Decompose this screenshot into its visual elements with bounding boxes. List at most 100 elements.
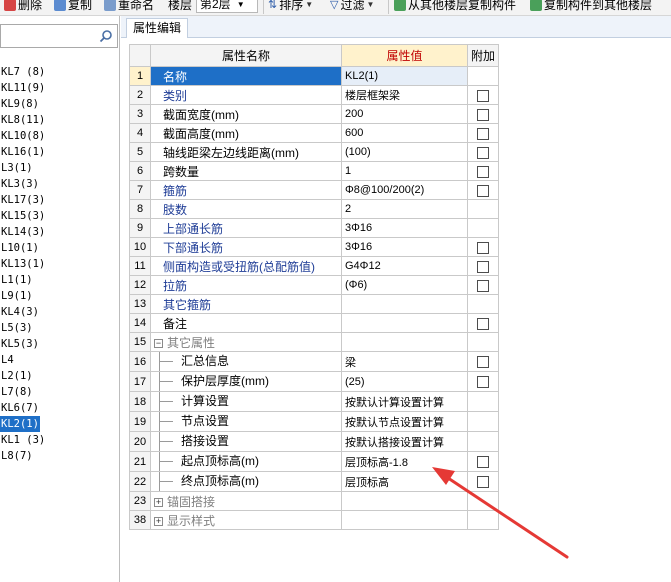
property-value-cell[interactable]: 层顶标高 bbox=[341, 471, 468, 492]
property-value-cell[interactable] bbox=[341, 313, 468, 333]
list-item[interactable]: KL4(3) bbox=[0, 304, 118, 320]
list-item[interactable]: KL15(3) bbox=[0, 208, 118, 224]
attach-checkbox[interactable] bbox=[477, 476, 489, 489]
header-extra[interactable]: 附加 bbox=[467, 44, 499, 67]
list-item[interactable]: KL3(3) bbox=[0, 176, 118, 192]
table-row[interactable]: 5 轴线距梁左边线距离(mm) (100) bbox=[129, 142, 499, 162]
table-row[interactable]: 15− 其它属性 bbox=[129, 332, 499, 352]
collapse-icon[interactable]: − bbox=[154, 338, 163, 348]
list-item[interactable]: KL6(7) bbox=[0, 400, 118, 416]
list-item[interactable]: KL5(3) bbox=[0, 336, 118, 352]
tab-property-edit[interactable]: 属性编辑 bbox=[126, 18, 189, 38]
property-value-cell[interactable]: 按默认搭接设置计算 bbox=[341, 431, 468, 452]
list-item[interactable]: L1(1) bbox=[0, 272, 118, 288]
table-row[interactable]: 4 截面高度(mm) 600 bbox=[129, 123, 499, 143]
expand-icon[interactable]: + bbox=[154, 497, 163, 507]
table-row[interactable]: 20 搭接设置 按默认搭接设置计算 bbox=[129, 431, 499, 452]
list-item[interactable]: KL2(1) bbox=[0, 416, 40, 432]
property-value-cell[interactable]: 200 bbox=[341, 104, 468, 124]
attach-checkbox[interactable] bbox=[477, 146, 489, 159]
copy-from-floor-button[interactable]: 从其他楼层复制构件 bbox=[394, 0, 516, 14]
attach-checkbox[interactable] bbox=[477, 356, 489, 369]
list-item[interactable]: KL1 (3) bbox=[0, 432, 118, 448]
rename-button[interactable]: 重命名 bbox=[104, 0, 154, 14]
table-row[interactable]: 13 其它箍筋 bbox=[129, 294, 499, 314]
property-value-cell[interactable]: 600 bbox=[341, 123, 468, 143]
property-value-cell[interactable] bbox=[341, 491, 468, 511]
list-item[interactable]: KL8(11) bbox=[0, 112, 118, 128]
attach-checkbox[interactable] bbox=[477, 165, 489, 178]
list-item[interactable]: KL10(8) bbox=[0, 128, 118, 144]
table-row[interactable]: 2 类别 楼层框架梁 bbox=[129, 85, 499, 105]
table-row[interactable]: 17 保护层厚度(mm) (25) bbox=[129, 371, 499, 392]
property-value-cell[interactable]: 1 bbox=[341, 161, 468, 181]
property-value-cell[interactable]: 梁 bbox=[341, 351, 468, 372]
header-property-value[interactable]: 属性值 bbox=[341, 44, 468, 67]
list-item[interactable]: L9(1) bbox=[0, 288, 118, 304]
property-value-cell[interactable] bbox=[341, 510, 468, 530]
table-row[interactable]: 3 截面宽度(mm) 200 bbox=[129, 104, 499, 124]
attach-checkbox[interactable] bbox=[477, 127, 489, 140]
list-item[interactable]: L10(1) bbox=[0, 240, 118, 256]
attach-checkbox[interactable] bbox=[477, 89, 489, 102]
table-row[interactable]: 22 终点顶标高(m) 层顶标高 bbox=[129, 471, 499, 492]
table-row[interactable]: 6 跨数量 1 bbox=[129, 161, 499, 181]
table-row[interactable]: 9 上部通长筋 3Φ16 bbox=[129, 218, 499, 238]
table-row[interactable]: 18 计算设置 按默认计算设置计算 bbox=[129, 391, 499, 412]
list-item[interactable]: L8(7) bbox=[0, 448, 118, 464]
sort-button[interactable]: ⇅ 排序 ▼ bbox=[268, 0, 313, 14]
copy-to-floor-button[interactable]: 复制构件到其他楼层 bbox=[530, 0, 652, 14]
property-value-cell[interactable]: 2 bbox=[341, 199, 468, 219]
attach-checkbox[interactable] bbox=[477, 241, 489, 254]
floor-select[interactable]: 第2层 ▼ bbox=[196, 0, 258, 13]
property-value-cell[interactable]: G4Φ12 bbox=[341, 256, 468, 276]
property-value-cell[interactable]: (100) bbox=[341, 142, 468, 162]
property-value-cell[interactable]: (Φ6) bbox=[341, 275, 468, 295]
table-row[interactable]: 11 侧面构造或受扭筋(总配筋值) G4Φ12 bbox=[129, 256, 499, 276]
attach-checkbox[interactable] bbox=[477, 376, 489, 389]
property-value-cell[interactable] bbox=[341, 294, 468, 314]
table-row[interactable]: 12 拉筋 (Φ6) bbox=[129, 275, 499, 295]
table-row[interactable]: 7 箍筋 Φ8@100/200(2) bbox=[129, 180, 499, 200]
attach-checkbox[interactable] bbox=[477, 279, 489, 292]
property-value-cell[interactable]: 楼层框架梁 bbox=[341, 85, 468, 105]
list-item[interactable]: L5(3) bbox=[0, 320, 118, 336]
attach-checkbox[interactable] bbox=[477, 184, 489, 197]
list-item[interactable]: KL11(9) bbox=[0, 80, 118, 96]
table-row[interactable]: 19 节点设置 按默认节点设置计算 bbox=[129, 411, 499, 432]
table-row[interactable]: 38 + 显示样式 bbox=[129, 510, 499, 530]
list-item[interactable]: KL9(8) bbox=[0, 96, 118, 112]
property-value-cell[interactable]: 按默认节点设置计算 bbox=[341, 411, 468, 432]
table-row[interactable]: 8 肢数 2 bbox=[129, 199, 499, 219]
property-value-cell[interactable]: 层顶标高-1.8 bbox=[341, 451, 468, 472]
list-item[interactable]: KL16(1) bbox=[0, 144, 118, 160]
copy-button[interactable]: 复制 bbox=[54, 0, 92, 14]
list-item[interactable]: L7(8) bbox=[0, 384, 118, 400]
attach-checkbox[interactable] bbox=[477, 317, 489, 330]
list-item[interactable]: L3(1) bbox=[0, 160, 118, 176]
table-row[interactable]: 23 + 锚固搭接 bbox=[129, 491, 499, 511]
table-row[interactable]: 1 名称 KL2(1) bbox=[129, 66, 499, 86]
search-button[interactable] bbox=[95, 25, 117, 47]
property-value-cell[interactable]: Φ8@100/200(2) bbox=[341, 180, 468, 200]
table-row[interactable]: 10 下部通长筋 3Φ16 bbox=[129, 237, 499, 257]
attach-checkbox[interactable] bbox=[477, 108, 489, 121]
expand-icon[interactable]: + bbox=[154, 516, 163, 526]
property-value-cell[interactable] bbox=[341, 332, 468, 352]
list-item[interactable]: L4 bbox=[0, 352, 118, 368]
list-item[interactable]: KL7 (8) bbox=[0, 64, 118, 80]
delete-button[interactable]: 删除 bbox=[4, 0, 42, 14]
attach-checkbox[interactable] bbox=[477, 456, 489, 469]
table-row[interactable]: 16 汇总信息 梁 bbox=[129, 351, 499, 372]
property-value-cell[interactable]: KL2(1) bbox=[341, 66, 468, 86]
list-item[interactable]: KL13(1) bbox=[0, 256, 118, 272]
property-value-cell[interactable]: 3Φ16 bbox=[341, 218, 468, 238]
table-row[interactable]: 21 起点顶标高(m) 层顶标高-1.8 bbox=[129, 451, 499, 472]
property-value-cell[interactable]: 3Φ16 bbox=[341, 237, 468, 257]
search-input[interactable] bbox=[1, 25, 93, 47]
property-value-cell[interactable]: (25) bbox=[341, 371, 468, 392]
table-row[interactable]: 14 备注 bbox=[129, 313, 499, 333]
filter-button[interactable]: ▽ 过滤 ▼ bbox=[330, 0, 374, 14]
property-value-cell[interactable]: 按默认计算设置计算 bbox=[341, 391, 468, 412]
attach-checkbox[interactable] bbox=[477, 260, 489, 273]
